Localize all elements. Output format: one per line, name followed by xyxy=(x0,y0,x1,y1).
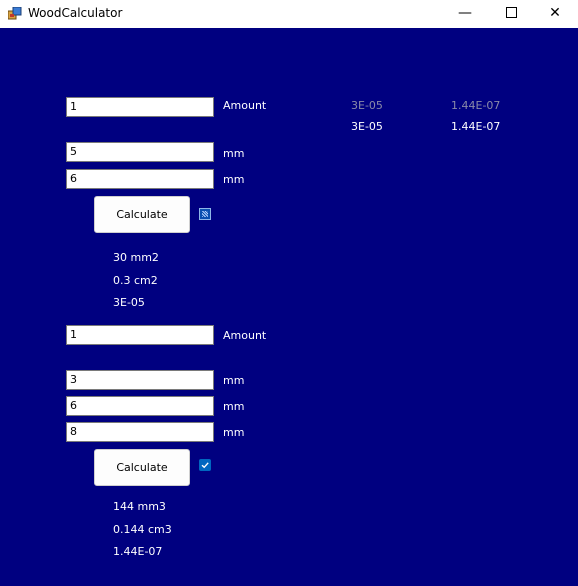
area-result-mm: 30 mm2 xyxy=(113,251,159,264)
close-button[interactable]: ✕ xyxy=(532,0,578,28)
volume-dimension1-input[interactable]: 3 xyxy=(66,370,214,390)
volume-amount-input[interactable]: 1 xyxy=(66,325,214,345)
area-amount-input[interactable]: 1 xyxy=(66,97,214,117)
area-result-m: 3E-05 xyxy=(113,296,145,309)
volume-calculate-button[interactable]: Calculate xyxy=(94,449,190,486)
volume-checkbox[interactable] xyxy=(199,459,211,471)
area-dimension1-unit: mm xyxy=(223,147,245,160)
window-title: WoodCalculator xyxy=(28,6,123,20)
summary-area-value-disabled: 3E-05 xyxy=(351,99,383,112)
volume-amount-label: Amount xyxy=(223,329,267,342)
summary-area-value: 3E-05 xyxy=(351,120,383,133)
summary-volume-value-disabled: 1.44E-07 xyxy=(451,99,501,112)
title-bar: WoodCalculator — ✕ xyxy=(0,0,578,28)
checkmark-icon xyxy=(201,462,209,469)
close-icon: ✕ xyxy=(549,5,561,21)
volume-result-mm: 144 mm3 xyxy=(113,500,166,513)
volume-result-m: 1.44E-07 xyxy=(113,545,163,558)
volume-dimension2-unit: mm xyxy=(223,400,245,413)
summary-volume-value: 1.44E-07 xyxy=(451,120,501,133)
maximize-icon xyxy=(505,6,517,18)
area-dimension1-input[interactable]: 5 xyxy=(66,142,214,162)
checkbox-indicator xyxy=(202,211,208,217)
area-amount-label: Amount xyxy=(223,99,267,112)
area-dimension2-unit: mm xyxy=(223,173,245,186)
area-result-cm: 0.3 cm2 xyxy=(113,274,158,287)
volume-dimension3-input[interactable]: 8 xyxy=(66,422,214,442)
volume-dimension2-input[interactable]: 6 xyxy=(66,396,214,416)
app-icon xyxy=(7,6,22,20)
minimize-icon: — xyxy=(458,5,472,21)
volume-result-cm: 0.144 cm3 xyxy=(113,523,172,536)
area-checkbox[interactable] xyxy=(199,208,211,220)
area-calculate-button[interactable]: Calculate xyxy=(94,196,190,233)
maximize-button[interactable] xyxy=(488,0,534,28)
volume-dimension1-unit: mm xyxy=(223,374,245,387)
volume-dimension3-unit: mm xyxy=(223,426,245,439)
minimize-button[interactable]: — xyxy=(442,0,488,28)
area-dimension2-input[interactable]: 6 xyxy=(66,169,214,189)
